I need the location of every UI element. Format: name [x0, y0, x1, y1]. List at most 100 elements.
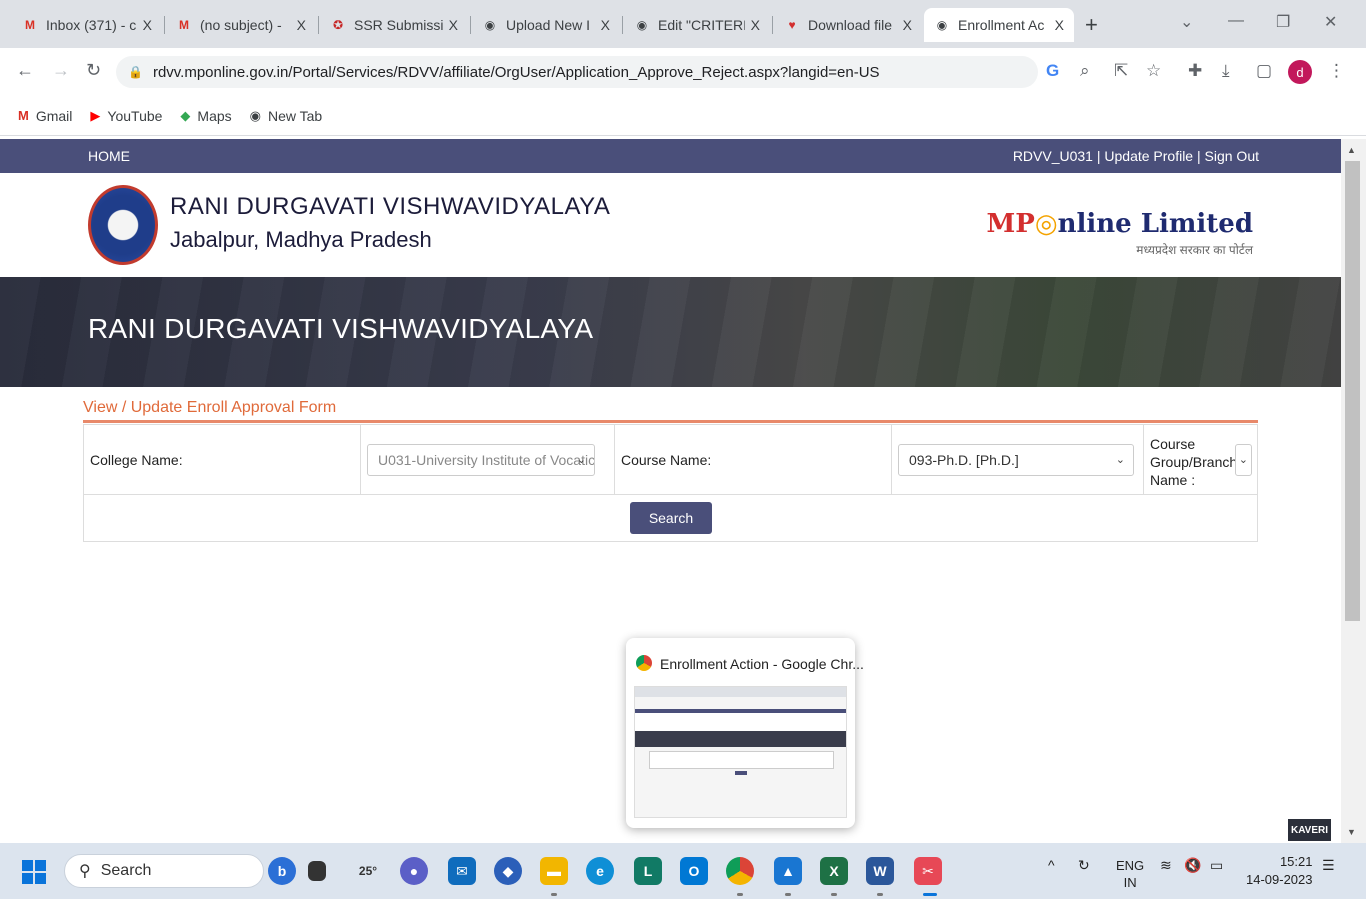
college-cell: U031-University Institute of Vocatic ⌄: [361, 425, 615, 495]
home-link[interactable]: HOME: [88, 148, 130, 164]
bookmarks-bar: M Gmail ▶ YouTube ◆ Maps ◉ New Tab: [0, 96, 1366, 136]
taskbar-search[interactable]: ⚲ Search: [64, 854, 264, 888]
zoom-icon[interactable]: ⌕: [1080, 61, 1090, 81]
tab-ssr[interactable]: ✪ SSR Submissio X: [320, 8, 468, 42]
scroll-thumb[interactable]: [1345, 161, 1360, 621]
bookmark-gmail[interactable]: M Gmail: [18, 108, 72, 124]
scroll-down-icon[interactable]: ▼: [1347, 827, 1356, 837]
url-text: rdvv.mponline.gov.in/Portal/Services/RDV…: [152, 63, 880, 81]
group-label: Course Group/Branch Name :: [1150, 436, 1238, 488]
edge-icon[interactable]: e: [586, 857, 614, 885]
copilot-icon[interactable]: ◆: [494, 857, 522, 885]
word-icon[interactable]: W: [866, 857, 894, 885]
close-icon[interactable]: X: [297, 17, 306, 33]
chevron-up-icon[interactable]: ^: [1048, 857, 1055, 873]
sync-icon[interactable]: ↻: [1078, 857, 1090, 874]
share-icon[interactable]: ⇱: [1114, 61, 1128, 81]
google-icon[interactable]: G: [1046, 61, 1059, 81]
close-icon[interactable]: X: [751, 17, 760, 33]
tab-enrollment[interactable]: ◉ Enrollment Ac X: [924, 8, 1074, 42]
app-l-icon[interactable]: L: [634, 857, 662, 885]
task-view-icon[interactable]: [308, 861, 326, 881]
tab-upload[interactable]: ◉ Upload New I X: [472, 8, 620, 42]
globe-icon: ◉: [249, 107, 261, 123]
user-links[interactable]: RDVV_U031 | Update Profile | Sign Out: [1013, 148, 1259, 164]
window-close-icon[interactable]: ✕: [1324, 12, 1337, 32]
kaveri-badge[interactable]: KAVERI: [1288, 819, 1331, 841]
wifi-icon[interactable]: ≋: [1160, 857, 1172, 874]
college-select[interactable]: U031-University Institute of Vocatic ⌄: [367, 444, 595, 476]
preview-thumbnail[interactable]: [634, 686, 847, 818]
bookmark-new-tab[interactable]: ◉ New Tab: [250, 108, 323, 124]
browser-toolbar: ← → ↻ 🔒 rdvv.mponline.gov.in/Portal/Serv…: [0, 48, 1366, 96]
search-button[interactable]: Search: [630, 502, 712, 534]
page-scrollbar[interactable]: ▲ ▼: [1341, 139, 1366, 843]
weather-icon[interactable]: 25°: [354, 857, 382, 885]
restore-icon[interactable]: ❐: [1276, 12, 1290, 32]
globe-icon: ◉: [484, 18, 496, 32]
tab-inbox[interactable]: M Inbox (371) - c X: [12, 8, 162, 42]
start-icon[interactable]: [22, 860, 46, 884]
top-nav: HOME RDVV_U031 | Update Profile | Sign O…: [0, 139, 1341, 173]
teams-chat-icon[interactable]: ●: [400, 857, 428, 885]
course-select[interactable]: 093-Ph.D. [Ph.D.] ⌄: [898, 444, 1134, 476]
banner-title: RANI DURGAVATI VISHWAVIDYALAYA: [88, 313, 594, 344]
brand-header: RANI DURGAVATI VISHWAVIDYALAYA Jabalpur,…: [0, 173, 1341, 277]
university-name: RANI DURGAVATI VISHWAVIDYALAYA: [170, 193, 611, 220]
language-indicator[interactable]: ENG IN: [1116, 857, 1144, 891]
clock[interactable]: 15:21 14-09-2023: [1246, 853, 1313, 889]
gmail-icon: M: [25, 18, 35, 32]
tab-search-icon[interactable]: ⌄: [1180, 12, 1193, 32]
back-icon[interactable]: ←: [16, 60, 34, 81]
mail-icon[interactable]: ✉: [448, 857, 476, 885]
tab-separator: [470, 16, 471, 34]
file-explorer-icon[interactable]: ▬: [540, 857, 568, 885]
volume-mute-icon[interactable]: 🔇: [1184, 857, 1201, 874]
close-icon[interactable]: X: [143, 17, 152, 33]
gmail-icon: M: [18, 108, 29, 123]
university-logo: [88, 185, 158, 265]
forward-icon[interactable]: →: [52, 60, 70, 81]
youtube-icon: ▶: [90, 107, 101, 123]
group-select[interactable]: ⌄: [1235, 444, 1252, 476]
close-icon[interactable]: X: [903, 17, 912, 33]
address-bar[interactable]: 🔒 rdvv.mponline.gov.in/Portal/Services/R…: [116, 56, 1038, 88]
tab-no-subject[interactable]: M (no subject) - X: [166, 8, 316, 42]
maps-icon: ◆: [180, 107, 191, 123]
battery-icon[interactable]: ▭: [1210, 857, 1223, 874]
profile-avatar[interactable]: d: [1288, 60, 1312, 84]
close-icon[interactable]: X: [449, 17, 458, 33]
close-icon[interactable]: X: [601, 17, 610, 33]
download-icon[interactable]: ⤓: [1222, 61, 1230, 81]
excel-icon[interactable]: X: [820, 857, 848, 885]
extensions-icon[interactable]: ✚: [1188, 61, 1202, 81]
tab-bar: M Inbox (371) - c X M (no subject) - X ✪…: [0, 0, 1366, 48]
windows-taskbar: ⚲ Search b 25° ● ✉ ◆ ▬ e L O ▲ X W ✂ ^ ↻…: [0, 843, 1366, 899]
chrome-icon[interactable]: [726, 857, 754, 885]
outlook-icon[interactable]: O: [680, 857, 708, 885]
bookmark-maps[interactable]: ◆ Maps: [180, 108, 231, 124]
scroll-up-icon[interactable]: ▲: [1347, 145, 1356, 155]
taskbar-preview-popup[interactable]: Enrollment Action - Google Chr...: [626, 638, 864, 828]
reload-icon[interactable]: ↻: [86, 60, 101, 81]
bing-icon[interactable]: b: [268, 857, 296, 885]
menu-icon[interactable]: ⋮: [1328, 61, 1345, 81]
tab-download[interactable]: ♥ Download file X: [774, 8, 922, 42]
tab-edit[interactable]: ◉ Edit "CRITERIA X: [624, 8, 770, 42]
heart-icon: ♥: [788, 18, 796, 32]
close-icon[interactable]: X: [1055, 17, 1064, 33]
bookmark-youtube[interactable]: ▶ YouTube: [90, 108, 162, 124]
side-panel-icon[interactable]: ▢: [1256, 61, 1272, 81]
globe-icon: ◉: [936, 18, 948, 32]
search-icon: ⚲: [79, 863, 91, 880]
notifications-icon[interactable]: ☰: [1322, 857, 1335, 874]
university-place: Jabalpur, Madhya Pradesh: [170, 227, 432, 252]
chevron-down-icon: ⌄: [1238, 454, 1248, 466]
form-title: View / Update Enroll Approval Form: [83, 399, 337, 416]
bookmark-star-icon[interactable]: ☆: [1146, 61, 1161, 81]
snipping-tool-icon[interactable]: ✂: [914, 857, 942, 885]
mponline-logo: MP◎nline Limited मध्यप्रदेश सरकार का पोर…: [986, 209, 1253, 257]
minimize-icon[interactable]: —: [1228, 12, 1244, 30]
photos-icon[interactable]: ▲: [774, 857, 802, 885]
new-tab-button[interactable]: +: [1085, 12, 1098, 38]
